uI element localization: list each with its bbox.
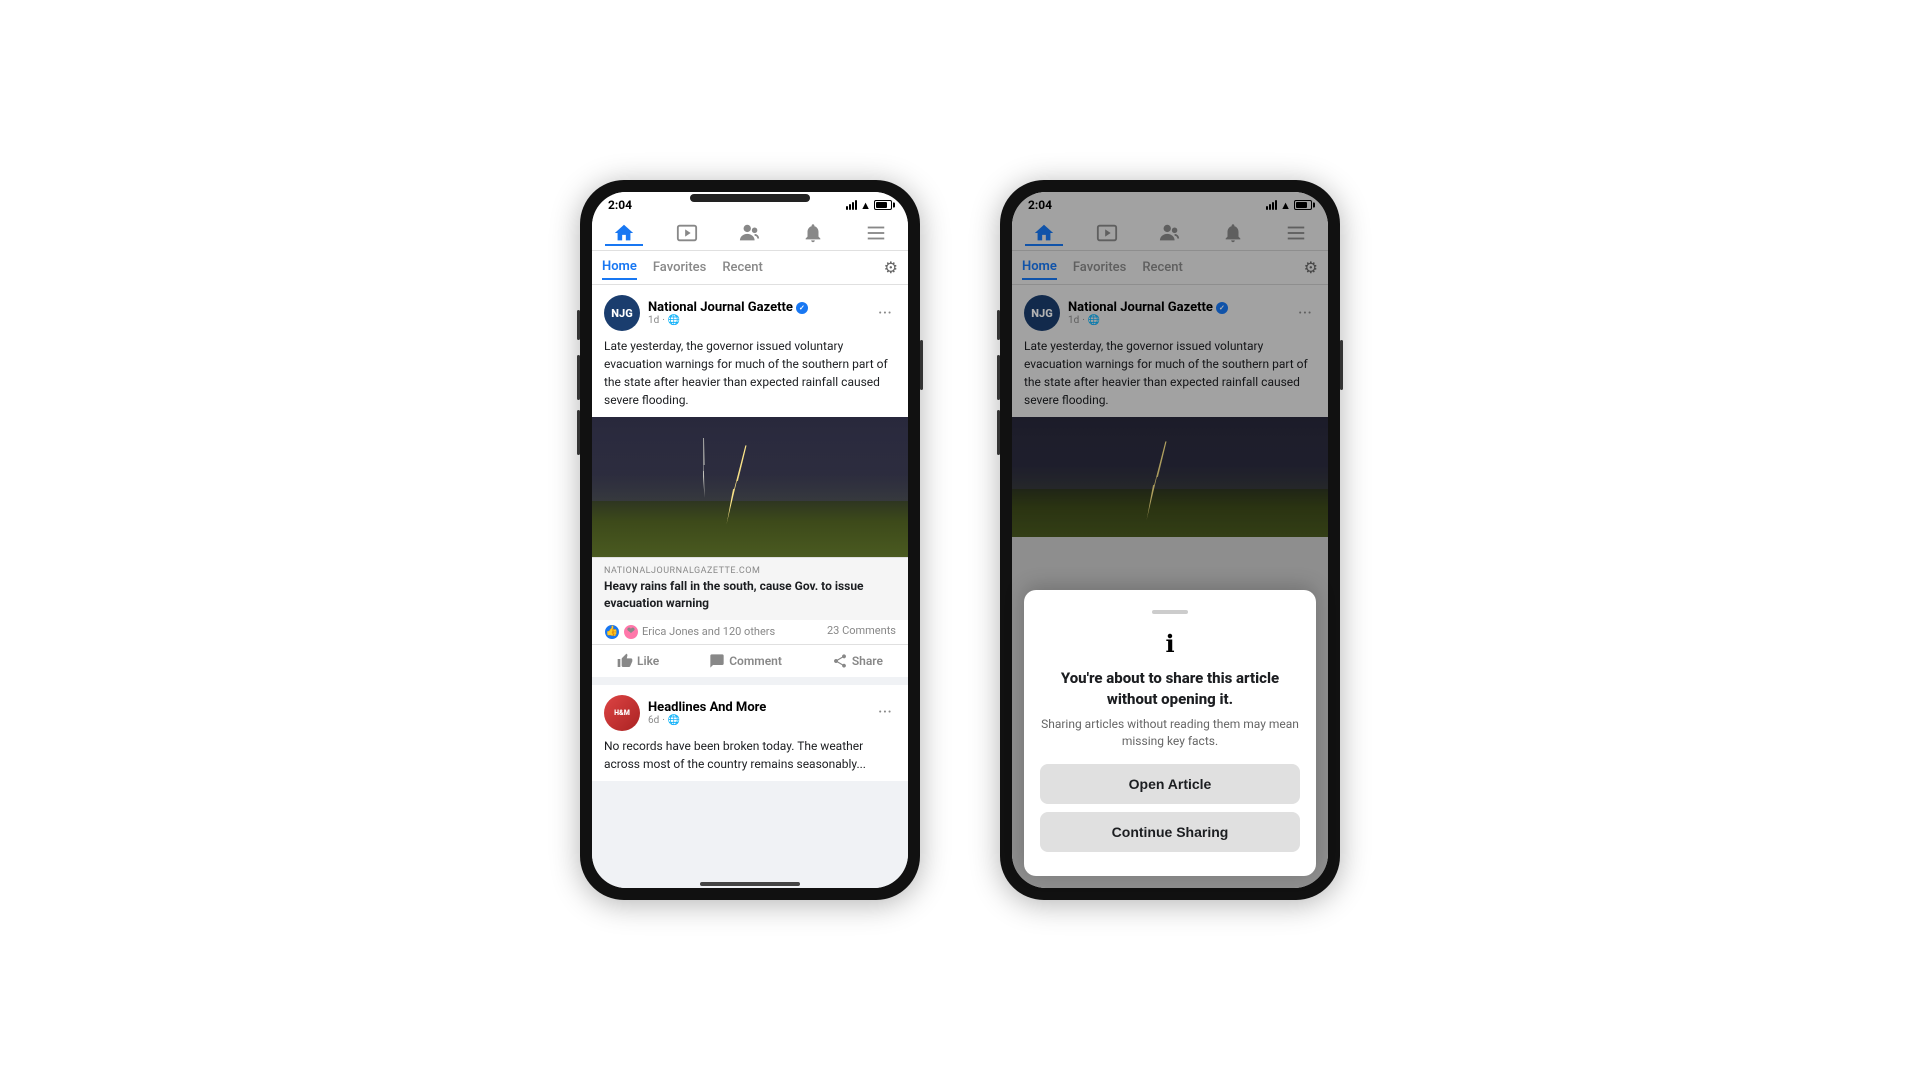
open-article-button[interactable]: Open Article (1040, 764, 1300, 804)
battery-icon (874, 200, 892, 210)
like-button[interactable]: Like (609, 649, 667, 673)
post-1-avatar: NJG (604, 295, 640, 331)
verified-badge-1: ✓ (796, 302, 808, 314)
nav-home[interactable] (605, 220, 643, 246)
post-2-time: 6d · 🌐 (648, 715, 874, 726)
phone-silent-button (577, 410, 580, 455)
post-card-2: H&M Headlines And More 6d · 🌐 ··· No rec… (592, 685, 908, 781)
reaction-emojis: 👍 ❤ Erica Jones and 120 others (604, 624, 775, 640)
phone-1: 2:04 ▲ (580, 180, 920, 900)
share-modal: ℹ You're about to share this article wit… (1024, 590, 1316, 876)
phone-2-power-button (1340, 340, 1343, 390)
post-1-more-btn[interactable]: ··· (874, 303, 896, 324)
phone-bottom-bar (700, 882, 800, 886)
link-source: NATIONALJOURNALGAZETTE.COM (604, 566, 896, 576)
reaction-count: Erica Jones and 120 others (642, 625, 775, 638)
tab-bar: Home Favorites Recent ⚙ (592, 251, 908, 285)
love-emoji: ❤ (623, 624, 639, 640)
tab-favorites[interactable]: Favorites (653, 256, 706, 279)
post-2-text: No records have been broken today. The w… (592, 737, 908, 781)
post-2-author: Headlines And More (648, 700, 874, 715)
action-bar: Like Comment Share (592, 645, 908, 677)
modal-drag-handle (1152, 610, 1188, 614)
nav-bar (592, 214, 908, 251)
comment-count: 23 Comments (827, 624, 896, 640)
post-1-author: National Journal Gazette ✓ (648, 300, 874, 315)
like-emoji: 👍 (604, 624, 620, 640)
post-2-header: H&M Headlines And More 6d · 🌐 ··· (592, 685, 908, 737)
link-preview-1[interactable]: NATIONALJOURNALGAZETTE.COM Heavy rains f… (592, 557, 908, 620)
phone-2-vol-up-button (997, 310, 1000, 340)
modal-subtitle: Sharing articles without reading them ma… (1040, 716, 1300, 750)
post-card-1: NJG National Journal Gazette ✓ 1d · 🌐 (592, 285, 908, 677)
phone-power-button (920, 340, 923, 390)
tab-recent[interactable]: Recent (722, 256, 762, 279)
post-2-more-btn[interactable]: ··· (874, 702, 896, 723)
status-time: 2:04 (608, 198, 632, 212)
continue-sharing-button[interactable]: Continue Sharing (1040, 812, 1300, 852)
nav-notifications[interactable] (794, 220, 832, 246)
nav-menu[interactable] (857, 220, 895, 246)
post-1-time: 1d · 🌐 (648, 315, 874, 326)
post-1-text: Late yesterday, the governor issued volu… (592, 337, 908, 417)
link-title: Heavy rains fall in the south, cause Gov… (604, 578, 896, 612)
modal-info-icon: ℹ (1040, 630, 1300, 658)
share-button[interactable]: Share (824, 649, 891, 673)
phone-2: 2:04 ▲ (1000, 180, 1340, 900)
wifi-icon: ▲ (860, 199, 871, 212)
modal-title: You're about to share this article witho… (1040, 668, 1300, 710)
globe-icon-2: 🌐 (668, 715, 680, 726)
tab-home[interactable]: Home (602, 255, 637, 280)
phone-vol-down-button (577, 355, 580, 400)
phone-1-screen: 2:04 ▲ (592, 192, 908, 888)
post-2-meta: Headlines And More 6d · 🌐 (648, 700, 874, 726)
page-container: 2:04 ▲ (0, 0, 1920, 1080)
post-2-avatar: H&M (604, 695, 640, 731)
phone-2-screen-wrapper: 2:04 ▲ (1012, 192, 1328, 888)
phone-vol-up-button (577, 310, 580, 340)
phone-2-vol-down-button (997, 355, 1000, 400)
post-1-header: NJG National Journal Gazette ✓ 1d · 🌐 (592, 285, 908, 337)
signal-icon (846, 200, 857, 210)
nav-watch[interactable] (668, 220, 706, 246)
post-1-reactions: 👍 ❤ Erica Jones and 120 others 23 Commen… (592, 620, 908, 645)
status-icons: ▲ (846, 199, 892, 212)
phone-notch (690, 194, 810, 202)
comment-button[interactable]: Comment (701, 649, 790, 673)
post-1-meta: National Journal Gazette ✓ 1d · 🌐 (648, 300, 874, 326)
nav-groups[interactable] (731, 220, 769, 246)
phone-2-silent-button (997, 410, 1000, 455)
globe-icon-1: 🌐 (668, 315, 680, 326)
filter-icon[interactable]: ⚙ (884, 258, 898, 277)
feed: NJG National Journal Gazette ✓ 1d · 🌐 (592, 285, 908, 888)
post-1-image (592, 417, 908, 557)
